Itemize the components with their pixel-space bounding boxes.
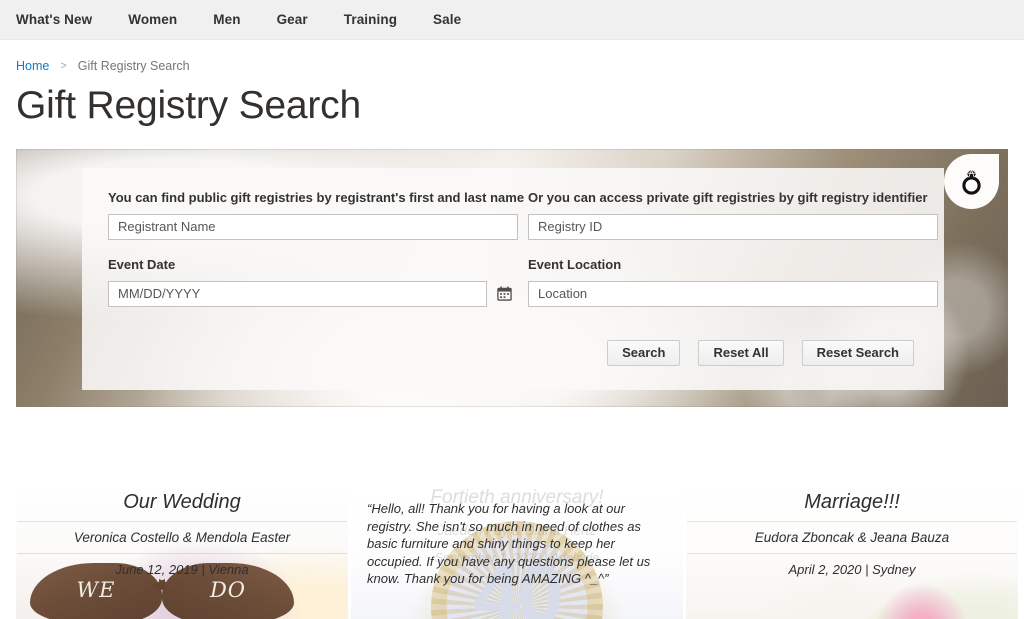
registrant-name-field-group: You can find public gift registries by r…	[108, 190, 528, 240]
event-date-label: Event Date	[108, 256, 176, 272]
event-location-input-wrap	[528, 280, 948, 307]
registry-id-input[interactable]	[528, 213, 938, 240]
card-message-quote: “Hello, all! Thank you for having a look…	[367, 501, 651, 586]
nav-item-training[interactable]: Training	[344, 12, 397, 27]
card-body: Our Wedding Veronica Costello & Mendola …	[16, 483, 348, 577]
gift-registry-search-banner: You can find public gift registries by r…	[16, 148, 1008, 407]
card-names: Veronica Costello & Mendola Easter	[17, 522, 347, 554]
bird-right-letters: DO	[209, 578, 247, 603]
breadcrumb-separator-icon: >	[60, 60, 67, 72]
card-body: Marriage!!! Eudora Zboncak & Jeana Bauza…	[686, 483, 1018, 577]
bird-left-letters: WE	[76, 578, 116, 603]
reset-all-button[interactable]: Reset All	[698, 339, 784, 366]
card-names: Eudora Zboncak & Jeana Bauza	[687, 522, 1017, 554]
registry-card[interactable]: Marriage!!! Eudora Zboncak & Jeana Bauza…	[686, 483, 1018, 619]
registry-cards-carousel: WE DO Our Wedding Veronica Costello & Me…	[16, 483, 1018, 619]
registrant-name-input[interactable]	[108, 213, 518, 240]
card-meta: June 12, 2019 | Vienna	[115, 562, 249, 577]
registry-id-field-group: Or you can access private gift registrie…	[528, 190, 948, 240]
breadcrumb-current: Gift Registry Search	[77, 59, 190, 73]
event-location-label: Event Location	[528, 256, 622, 272]
nav-item-whats-new[interactable]: What's New	[16, 12, 92, 27]
form-actions: Search Reset All Reset Search	[108, 339, 920, 366]
registry-card[interactable]: 40 Fortieth anniversary! Jaeden Fay & Di…	[351, 483, 683, 619]
main-navigation: What's New Women Men Gear Training Sale	[0, 0, 1024, 40]
nav-item-men[interactable]: Men	[213, 12, 240, 27]
nav-item-women[interactable]: Women	[128, 12, 177, 27]
page-title: Gift Registry Search	[16, 84, 361, 127]
registry-card[interactable]: WE DO Our Wedding Veronica Costello & Me…	[16, 483, 348, 619]
event-date-input[interactable]	[108, 280, 487, 307]
nav-item-gear[interactable]: Gear	[277, 12, 308, 27]
nav-item-sale[interactable]: Sale	[433, 12, 461, 27]
reset-search-button[interactable]: Reset Search	[801, 339, 914, 366]
breadcrumb-home-link[interactable]: Home	[16, 59, 49, 73]
search-form-panel: You can find public gift registries by r…	[82, 167, 944, 390]
event-date-input-wrap	[108, 280, 528, 307]
registry-id-input-wrap	[528, 213, 948, 240]
card-body: Fortieth anniversary! Jaeden Fay & Diana…	[351, 483, 683, 586]
search-button[interactable]: Search	[607, 339, 681, 366]
registrant-name-input-wrap	[108, 213, 528, 240]
card-title: Marriage!!!	[687, 485, 1017, 522]
event-location-field-group: Event Location	[528, 257, 948, 307]
event-location-input[interactable]	[528, 280, 938, 307]
card-title: Our Wedding	[17, 485, 347, 522]
registrant-name-label: You can find public gift registries by r…	[108, 189, 525, 205]
search-form-grid: You can find public gift registries by r…	[108, 190, 938, 324]
breadcrumb: Home > Gift Registry Search	[0, 40, 1024, 73]
diamond-ring-icon[interactable]	[944, 153, 999, 209]
card-meta: April 2, 2020 | Sydney	[788, 562, 916, 577]
calendar-icon[interactable]	[495, 285, 513, 303]
event-date-field-group: Event Date	[108, 257, 528, 307]
registry-id-label: Or you can access private gift registrie…	[528, 189, 928, 205]
